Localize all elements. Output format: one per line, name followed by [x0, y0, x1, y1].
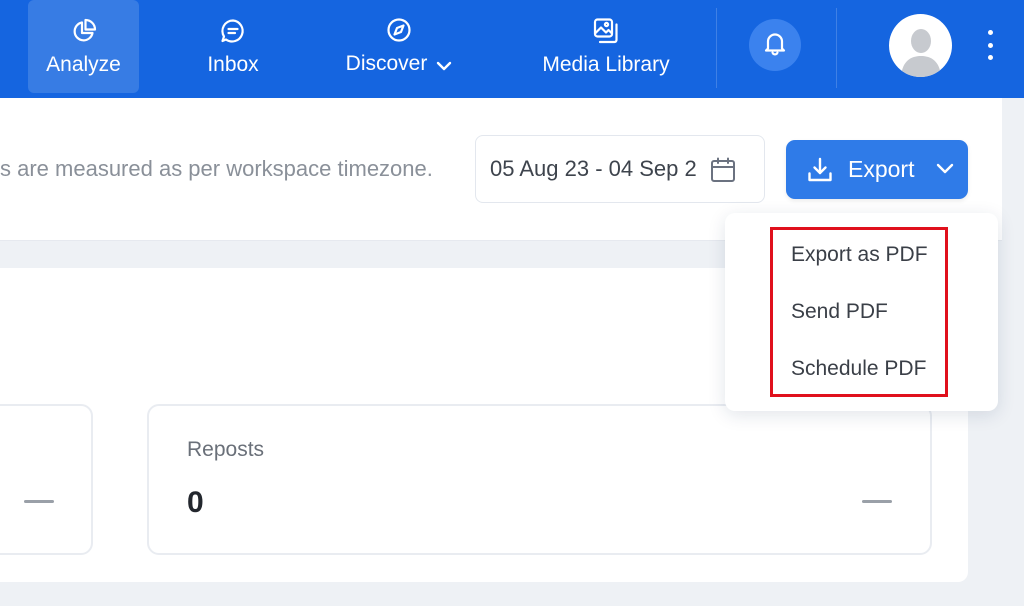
- download-icon: [806, 156, 834, 184]
- trend-dash: [24, 500, 54, 503]
- top-navigation-bar: Analyze Inbox Discover Media Library: [0, 0, 1024, 98]
- timezone-note: s are measured as per workspace timezone…: [0, 156, 433, 181]
- date-range-value: 05 Aug 23 - 04 Sep 2: [490, 156, 697, 181]
- pie-chart-icon: [70, 17, 98, 45]
- export-label: Export: [848, 156, 915, 182]
- avatar[interactable]: [889, 14, 952, 77]
- metric-value: 0: [187, 486, 204, 519]
- metric-label: Reposts: [187, 438, 265, 461]
- nav-item-inbox[interactable]: Inbox: [190, 0, 276, 93]
- metric-card-reposts: Reposts 0: [147, 404, 932, 555]
- nav-label-text: Discover: [345, 52, 428, 76]
- calendar-icon: [710, 157, 736, 183]
- date-range-picker[interactable]: 05 Aug 23 - 04 Sep 2: [475, 135, 765, 203]
- nav-item-analyze[interactable]: Analyze: [28, 0, 139, 93]
- user-silhouette-icon: [900, 29, 941, 77]
- nav-divider: [716, 8, 717, 88]
- menu-item-export-pdf[interactable]: Export as PDF: [791, 243, 928, 267]
- chat-bubble-icon: [219, 17, 247, 45]
- image-gallery-icon: [592, 17, 620, 45]
- menu-item-send-pdf[interactable]: Send PDF: [791, 300, 888, 324]
- nav-item-media-library[interactable]: Media Library: [528, 0, 684, 93]
- more-options-icon[interactable]: [980, 30, 1000, 60]
- metric-card: [0, 404, 93, 555]
- chevron-down-icon: [936, 161, 954, 179]
- compass-icon: [385, 16, 413, 44]
- nav-label: Inbox: [207, 52, 259, 76]
- notifications-button[interactable]: [749, 19, 801, 71]
- export-button[interactable]: Export: [786, 140, 968, 199]
- chevron-down-icon: [436, 53, 452, 77]
- trend-dash: [862, 500, 892, 503]
- nav-label: Discover: [346, 52, 453, 76]
- nav-label: Analyze: [46, 52, 121, 76]
- scrollbar-track[interactable]: [1002, 98, 1024, 606]
- menu-item-schedule-pdf[interactable]: Schedule PDF: [791, 357, 926, 381]
- bell-icon: [762, 30, 788, 61]
- nav-item-discover[interactable]: Discover: [332, 0, 466, 93]
- nav-label: Media Library: [542, 52, 670, 76]
- nav-divider: [836, 8, 837, 88]
